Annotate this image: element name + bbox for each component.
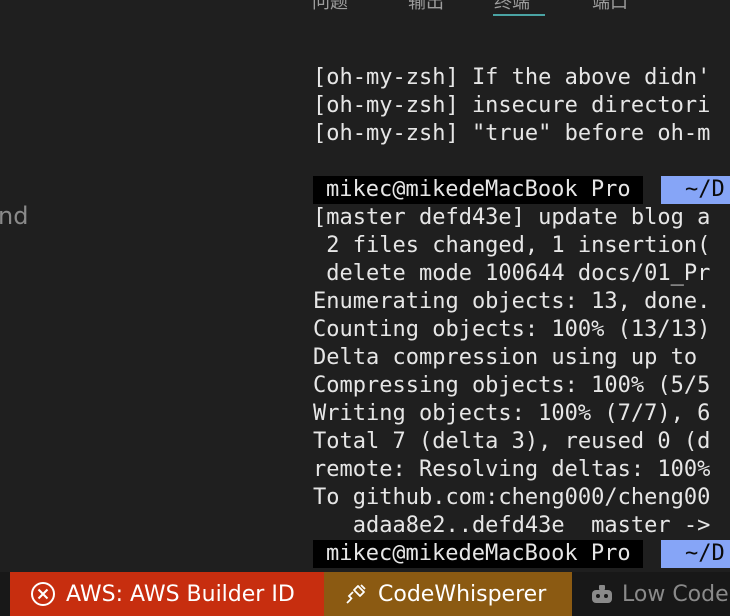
terminal-prompt: mikec@mikedeMacBook-Pro ~/D bbox=[300, 540, 730, 568]
terminal-line: [oh-my-zsh] insecure directori bbox=[313, 93, 711, 118]
terminal-line: 2 files changed, 1 insertion( bbox=[313, 233, 711, 258]
prompt-user-host: mikec@mikedeMacBook-Pro bbox=[313, 176, 643, 204]
terminal-line: Writing objects: 100% (7/7), 6 bbox=[313, 401, 711, 426]
prompt-separator-arrow bbox=[579, 176, 593, 204]
sidebar: nd bbox=[0, 0, 300, 572]
low-code-label: Low Code bbox=[622, 581, 729, 607]
tab-ports[interactable]: 端口 bbox=[592, 0, 628, 16]
prompt-user-host: mikec@mikedeMacBook-Pro bbox=[313, 540, 643, 568]
terminal-line: [oh-my-zsh] "true" before oh-m bbox=[313, 121, 711, 146]
codewhisperer-label: CodeWhisperer bbox=[378, 581, 547, 607]
tab-active-indicator bbox=[493, 14, 545, 16]
terminal-line: Delta compression using up to bbox=[313, 345, 711, 370]
low-code-status[interactable]: Low Code bbox=[572, 572, 730, 616]
terminal-line: Enumerating objects: 13, done. bbox=[313, 289, 711, 314]
terminal-line: remote: Resolving deltas: 100% bbox=[313, 457, 711, 482]
tab-output[interactable]: 输出 bbox=[408, 0, 444, 16]
terminal-line: [oh-my-zsh] If the above didn' bbox=[313, 65, 711, 90]
error-circle-icon bbox=[30, 581, 56, 607]
aws-status-label: AWS: AWS Builder ID bbox=[66, 581, 295, 607]
terminal-line: [master defd43e] update blog a bbox=[313, 205, 711, 230]
disconnected-plug-icon bbox=[344, 582, 368, 606]
terminal-line: delete mode 100644 docs/01_Pr bbox=[313, 261, 711, 286]
tab-problems[interactable]: 问题 bbox=[312, 0, 348, 16]
status-bar: AWS: AWS Builder ID CodeWhisperer Low Co… bbox=[0, 572, 730, 616]
terminal-line: adaa8e2..defd43e master -> bbox=[313, 513, 711, 538]
terminal[interactable]: [oh-my-zsh] If the above didn' [oh-my-zs… bbox=[300, 60, 730, 572]
robot-icon bbox=[590, 583, 614, 605]
prompt-separator-arrow bbox=[579, 540, 593, 568]
codewhisperer-status[interactable]: CodeWhisperer bbox=[324, 572, 572, 616]
terminal-line: To github.com:cheng000/cheng00 bbox=[313, 485, 711, 510]
terminal-line: Total 7 (delta 3), reused 0 (d bbox=[313, 429, 711, 454]
prompt-path: ~/D bbox=[661, 176, 730, 204]
sidebar-partial-text: nd bbox=[0, 202, 29, 230]
terminal-prompt: mikec@mikedeMacBook-Pro ~/D bbox=[300, 176, 730, 204]
prompt-path: ~/D bbox=[661, 540, 730, 568]
aws-connection-status[interactable]: AWS: AWS Builder ID bbox=[10, 572, 324, 616]
terminal-line: Counting objects: 100% (13/13) bbox=[313, 317, 711, 342]
terminal-line: Compressing objects: 100% (5/5 bbox=[313, 373, 711, 398]
